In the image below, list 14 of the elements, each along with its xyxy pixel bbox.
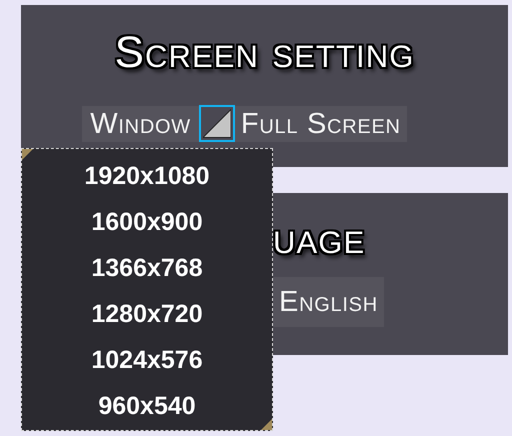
fullscreen-toggle[interactable] xyxy=(198,105,235,142)
window-button[interactable]: Window xyxy=(82,106,199,142)
corner-icon xyxy=(261,419,272,430)
resolution-option[interactable]: 1024x576 xyxy=(91,337,203,383)
resolution-option[interactable]: 960x540 xyxy=(98,383,196,429)
resolution-option[interactable]: 1920x1080 xyxy=(84,153,210,199)
panel-title: Screen setting xyxy=(114,27,414,79)
resolution-option[interactable]: 1280x720 xyxy=(91,291,203,337)
fullscreen-button[interactable]: Full Screen xyxy=(234,106,407,142)
resolution-option[interactable]: 1600x900 xyxy=(91,199,203,245)
panel-title: uage xyxy=(273,213,366,265)
corner-icon xyxy=(22,149,33,160)
resolution-option[interactable]: 1366x768 xyxy=(91,245,203,291)
language-button[interactable]: English xyxy=(273,277,384,327)
